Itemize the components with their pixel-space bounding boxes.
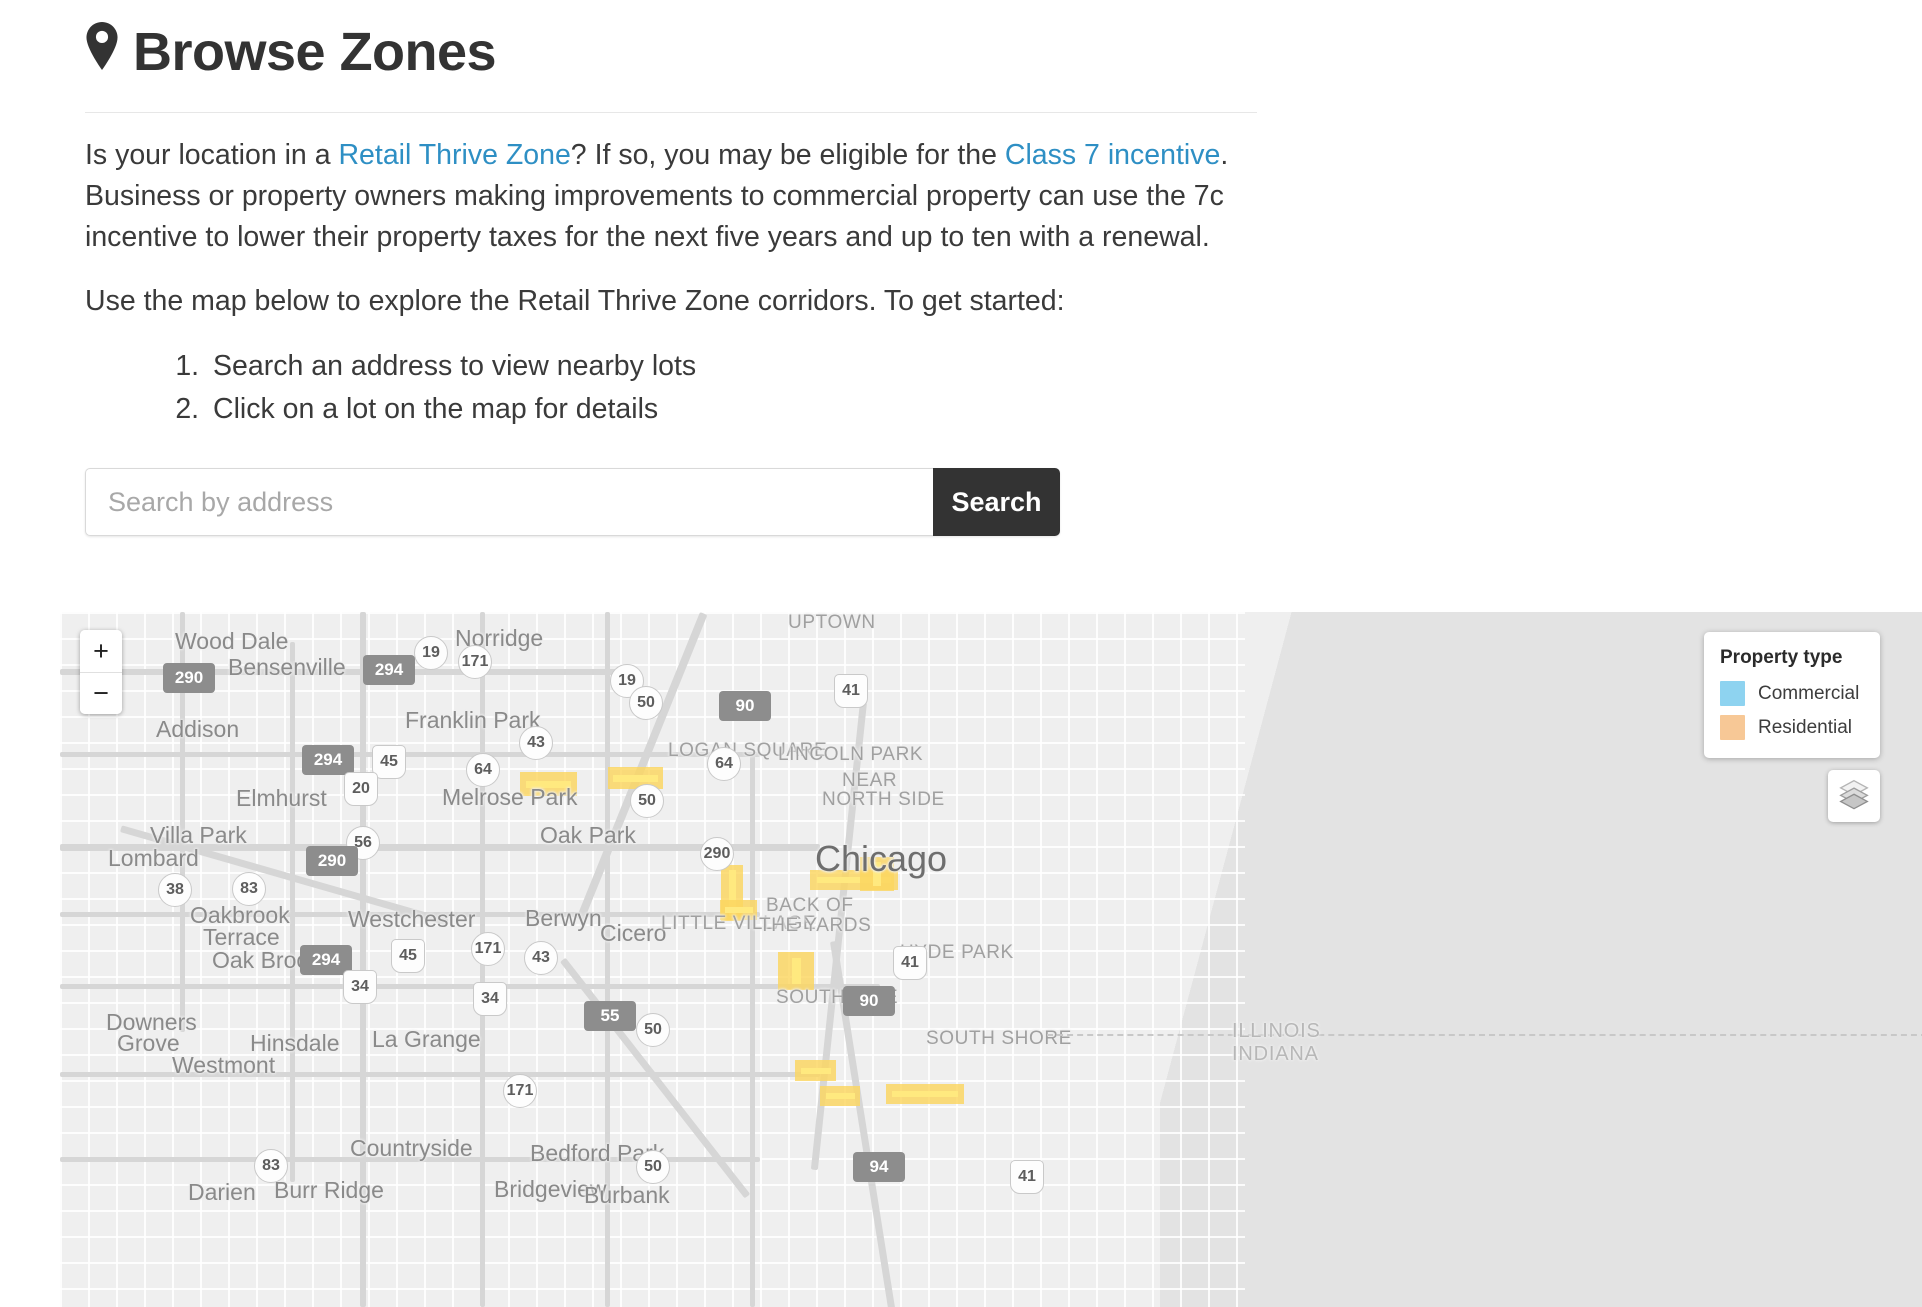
intro-p1-part1: Is your location in a [85,139,339,172]
intro-p1-part2: ? If so, you may be eligible for the [570,139,1005,172]
highway-shield: 50 [630,784,664,818]
map-pin-icon [85,22,119,82]
zoom-out-button[interactable]: − [80,672,122,714]
highway-shield: 41 [1010,1160,1044,1194]
highway-shield: 38 [158,873,192,907]
highway-shield: 50 [629,686,663,720]
highway-shield: 41 [893,946,927,980]
highway-shield: 290 [306,846,358,876]
highway-shield: 20 [344,772,378,806]
retail-thrive-zone-link[interactable]: Retail Thrive Zone [338,139,570,171]
state-border-line [1047,1034,1922,1036]
class-7-incentive-link[interactable]: Class 7 incentive [1005,139,1220,171]
zones-map[interactable]: Wood Dale Bensenville Norridge Franklin Par… [60,612,1922,1307]
highway-shield: 171 [458,645,492,679]
highway-shield: 64 [466,753,500,787]
highway-shield: 90 [843,986,895,1016]
legend-label-commercial: Commercial [1758,682,1860,704]
highway-shield: 45 [391,939,425,973]
highway-shield: 34 [473,982,507,1016]
map-zoom-controls: + − [80,630,122,714]
highway-shield: 83 [254,1149,288,1183]
legend-item-commercial: Commercial [1720,681,1860,706]
legend-item-residential: Residential [1720,715,1860,740]
highway-shield: 55 [584,1001,636,1031]
highway-shield: 294 [363,655,415,685]
highway-shield: 290 [700,837,734,871]
map-legend: Property type Commercial Residential [1704,632,1880,758]
intro-paragraph-2: Use the map below to explore the Retail … [85,285,1065,318]
highway-shield: 64 [707,747,741,781]
highway-shield: 34 [343,970,377,1004]
highway-shield: 19 [414,636,448,670]
getting-started-list: Search an address to view nearby lots Cl… [85,345,1922,431]
highway-shield: 43 [524,941,558,975]
legend-swatch-commercial [1720,681,1745,706]
highway-shield: 41 [834,674,868,708]
search-button[interactable]: Search [933,468,1060,537]
zone-parcel-core [800,1067,831,1074]
intro-content: Is your location in a Retail Thrive Zone… [0,113,1922,431]
zoom-in-button[interactable]: + [80,630,122,672]
page-title: Browse Zones [85,0,1922,82]
zone-parcel-core [526,780,571,788]
browse-zones-page: Browse Zones Is your location in a Retai… [0,0,1922,1307]
highway-shield: 94 [853,1152,905,1182]
legend-title: Property type [1720,647,1843,668]
highway-shield: 43 [519,726,553,760]
highway-shield: 83 [232,872,266,906]
highway-shield: 294 [302,745,354,775]
list-item: Search an address to view nearby lots [207,345,1922,388]
list-item: Click on a lot on the map for details [207,388,1922,431]
page-title-text: Browse Zones [133,21,497,82]
highway-shield: 50 [636,1150,670,1184]
highway-shield: 90 [719,691,771,721]
search-input[interactable] [85,468,933,537]
highway-shield: 171 [503,1074,537,1108]
map-layers-button[interactable] [1828,770,1880,822]
address-search-bar: Search [85,468,1060,537]
legend-label-residential: Residential [1758,716,1852,738]
zone-parcel-core [825,1093,855,1099]
zone-parcel-core [873,862,881,886]
legend-swatch-residential [1720,715,1745,740]
highway-shield: 50 [636,1013,670,1047]
zone-parcel-core [791,958,801,984]
layers-icon [1838,778,1870,815]
highway-shield: 290 [163,663,215,693]
highway-shield: 171 [471,932,505,966]
intro-paragraph-1: Is your location in a Retail Thrive Zone… [85,135,1265,258]
zone-parcel-core [892,1091,958,1097]
zone-parcel-core [613,774,658,782]
page-header: Browse Zones [0,0,1922,114]
zone-parcel-core [724,907,753,913]
